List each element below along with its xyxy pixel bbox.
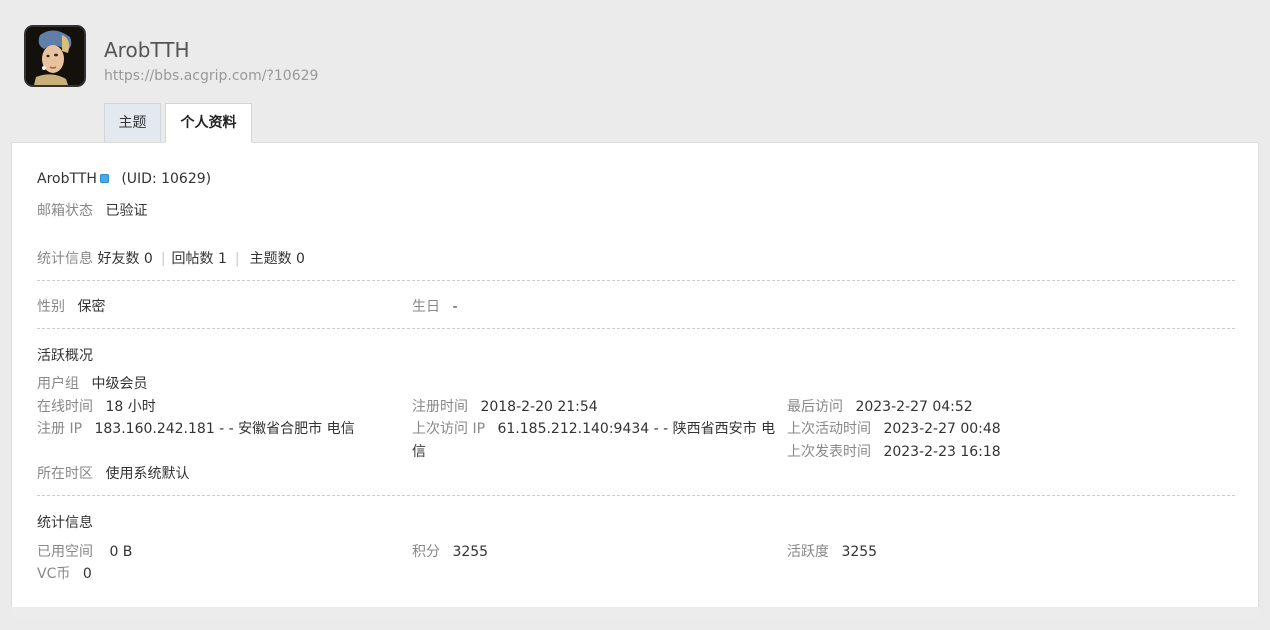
birthday-row: 生日 - xyxy=(412,296,458,316)
credits-row: 积分 3255 xyxy=(412,541,488,561)
register-ip-value: 183.160.242.181 - - 安徽省合肥市 电信 xyxy=(94,421,355,437)
last-ip-value-wrap: 信 xyxy=(412,444,426,460)
register-ip-label: 注册 IP xyxy=(37,421,83,437)
credits-value: 3255 xyxy=(452,544,489,560)
stats-section-title: 统计信息 xyxy=(37,515,93,531)
divider xyxy=(37,328,1235,329)
divider xyxy=(37,495,1235,496)
tab-topics[interactable]: 主题 xyxy=(104,103,161,143)
usergroup-row: 用户组 中级会员 xyxy=(37,373,147,393)
last-visit-row: 最后访问 2023-2-27 04:52 xyxy=(787,396,973,416)
summary-stats-row: 统计信息 好友数 0 | 回帖数 1 | 主题数 0 xyxy=(37,251,305,267)
last-post-row: 上次发表时间 2023-2-23 16:18 xyxy=(787,441,1001,461)
gender-value: 保密 xyxy=(77,299,106,315)
online-time-value: 18 小时 xyxy=(105,399,156,415)
user-avatar[interactable] xyxy=(24,25,86,87)
profile-panel: ArobTTH (UID: 10629) 邮箱状态 已验证 统计信息 好友数 0… xyxy=(11,142,1259,618)
used-space-row: 已用空间 0 B xyxy=(37,541,132,561)
credits-label: 积分 xyxy=(412,544,440,560)
used-space-label: 已用空间 xyxy=(37,544,93,560)
register-ip-row: 注册 IP 183.160.242.181 - - 安徽省合肥市 电信 xyxy=(37,418,355,438)
profile-name-row: ArobTTH (UID: 10629) xyxy=(37,171,211,187)
usergroup-value[interactable]: 中级会员 xyxy=(91,376,147,392)
online-time-label: 在线时间 xyxy=(37,399,93,415)
register-time-value: 2018-2-20 21:54 xyxy=(480,399,598,415)
last-visit-value: 2023-2-27 04:52 xyxy=(855,399,973,415)
online-time-row: 在线时间 18 小时 xyxy=(37,396,156,416)
last-ip-label: 上次访问 IP xyxy=(412,421,486,437)
timezone-row: 所在时区 使用系统默认 xyxy=(37,463,189,483)
gender-label: 性别 xyxy=(37,299,65,315)
verified-icon xyxy=(99,174,109,183)
vc-coin-label: VC币 xyxy=(37,566,71,582)
profile-name: ArobTTH xyxy=(37,171,97,187)
last-active-label: 上次活动时间 xyxy=(787,421,871,437)
replies-count-link[interactable]: 回帖数 1 xyxy=(172,251,227,267)
topics-count-link[interactable]: 主题数 0 xyxy=(250,251,305,267)
email-status-label: 邮箱状态 xyxy=(37,203,93,219)
last-ip-value: 61.185.212.140:9434 - - 陕西省西安市 电 xyxy=(497,421,776,437)
activity-section-title: 活跃概况 xyxy=(37,348,93,364)
timezone-value: 使用系统默认 xyxy=(105,466,190,482)
divider xyxy=(37,280,1235,281)
profile-uid: (UID: 10629) xyxy=(121,171,212,187)
last-active-value: 2023-2-27 00:48 xyxy=(883,421,1001,437)
last-ip-continuation: 信 xyxy=(412,441,426,461)
usergroup-label: 用户组 xyxy=(37,376,79,392)
vc-coin-value: 0 xyxy=(82,566,92,582)
last-post-label: 上次发表时间 xyxy=(787,444,871,460)
header-username: ArobTTH xyxy=(104,38,190,62)
last-post-value: 2023-2-23 16:18 xyxy=(883,444,1001,460)
activity-score-row: 活跃度 3255 xyxy=(787,541,877,561)
vc-coin-row: VC币 0 xyxy=(37,563,92,583)
panel-footer xyxy=(11,607,1259,619)
birthday-label: 生日 xyxy=(412,299,440,315)
profile-url[interactable]: https://bbs.acgrip.com/?10629 xyxy=(104,68,318,84)
email-status-value: 已验证 xyxy=(105,203,148,219)
tab-profile[interactable]: 个人资料 xyxy=(165,103,252,143)
used-space-value: 0 B xyxy=(109,544,133,560)
email-status-row: 邮箱状态 已验证 xyxy=(37,200,147,220)
friends-count-link[interactable]: 好友数 0 xyxy=(97,251,152,267)
gender-row: 性别 保密 xyxy=(37,296,105,316)
timezone-label: 所在时区 xyxy=(37,466,93,482)
summary-stats-label: 统计信息 xyxy=(37,251,93,267)
register-time-label: 注册时间 xyxy=(412,399,468,415)
activity-score-value: 3255 xyxy=(841,544,878,560)
last-ip-row: 上次访问 IP 61.185.212.140:9434 - - 陕西省西安市 电 xyxy=(412,418,775,438)
register-time-row: 注册时间 2018-2-20 21:54 xyxy=(412,396,598,416)
last-active-row: 上次活动时间 2023-2-27 00:48 xyxy=(787,418,1001,438)
last-visit-label: 最后访问 xyxy=(787,399,843,415)
activity-score-label: 活跃度 xyxy=(787,544,829,560)
birthday-value: - xyxy=(452,299,458,315)
